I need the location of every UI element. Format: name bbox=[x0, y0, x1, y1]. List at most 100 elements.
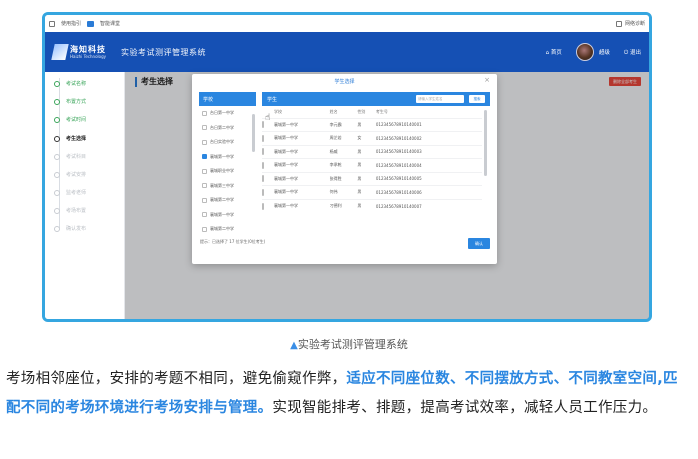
table-cell: 女 bbox=[357, 131, 376, 145]
user-name: 超级 bbox=[598, 50, 610, 56]
checkbox[interactable] bbox=[202, 226, 207, 232]
checkbox[interactable] bbox=[262, 121, 264, 129]
home-link[interactable]: ⌂ 首页 bbox=[546, 48, 562, 56]
table-cell: 张得胜 bbox=[329, 171, 358, 186]
table-cell: 周芷若 bbox=[329, 131, 358, 145]
step-subject[interactable]: 考试科目 bbox=[54, 153, 86, 160]
table-header-row: 学校 姓名 性别 考生号 bbox=[262, 106, 482, 118]
student-select-dialog: 学生选择 × 学校 台日第一中学 台日第二中学 台日实验中学 襄城第一中学 襄城职业中学… bbox=[192, 74, 497, 264]
checkbox[interactable] bbox=[262, 134, 264, 142]
table-row[interactable]: 襄城第一中学 杨威男 012345678910140003 bbox=[262, 144, 482, 159]
table-cell: 男 bbox=[357, 198, 376, 213]
avatar bbox=[575, 43, 594, 61]
step-arrange[interactable]: 考试安排 bbox=[54, 171, 86, 178]
search-button[interactable]: 搜索 bbox=[469, 95, 485, 103]
table-row[interactable]: 襄城第一中学 李承乾男 012345678910140004 bbox=[262, 158, 482, 172]
system-title: 实验考试测评管理系统 bbox=[121, 47, 206, 57]
step-time[interactable]: 考试时间 bbox=[54, 116, 86, 123]
network-diagnose-link[interactable]: 网络诊断 bbox=[625, 20, 645, 27]
step-pending-icon bbox=[54, 207, 60, 214]
checkbox[interactable] bbox=[202, 139, 207, 145]
app-header: 海知科技 Haizhi Technology 实验考试测评管理系统 ⌂ 首页 超… bbox=[45, 32, 649, 72]
step-pending-icon bbox=[54, 153, 60, 160]
checkbox[interactable] bbox=[202, 154, 207, 160]
checkbox[interactable] bbox=[262, 188, 264, 196]
menu-icon[interactable] bbox=[49, 20, 55, 27]
school-item[interactable]: 襄城第一中学 bbox=[199, 150, 256, 165]
checkbox[interactable] bbox=[202, 197, 207, 203]
student-panel: 学生 请输入学生姓名 搜索 学校 姓名 性别 考生号 襄城第一中学 李元霸男 012… bbox=[262, 92, 490, 232]
checkbox[interactable] bbox=[262, 148, 264, 156]
school-item[interactable]: 襄城第三中学 bbox=[199, 179, 256, 194]
col-name: 姓名 bbox=[329, 108, 338, 114]
table-row[interactable]: 襄城第一中学 李元霸男 012345678910140001 bbox=[262, 117, 482, 132]
table-row[interactable]: 襄城第一中学 刁德利男 012345678910140007 bbox=[262, 198, 482, 213]
school-name: 台日第一中学 bbox=[210, 110, 234, 116]
confirm-button[interactable]: 确认 bbox=[468, 238, 490, 249]
school-name: 襄城第二中学 bbox=[210, 226, 234, 232]
step-done-icon bbox=[54, 80, 60, 87]
school-item[interactable]: 台日第二中学 bbox=[199, 121, 256, 136]
student-scrollbar[interactable] bbox=[484, 110, 487, 176]
table-cell: 012345678910140006 bbox=[375, 185, 482, 199]
step-candidates[interactable]: 考生选择 bbox=[54, 135, 86, 142]
table-cell: 襄城第一中学 bbox=[274, 198, 330, 213]
school-item[interactable]: 襄城第二中学 bbox=[199, 193, 256, 208]
table-cell: 012345678910140007 bbox=[375, 198, 482, 213]
logo-en: Haizhi Technology bbox=[70, 53, 106, 59]
checkbox[interactable] bbox=[202, 212, 207, 218]
checkbox[interactable] bbox=[262, 161, 264, 169]
checkbox[interactable] bbox=[262, 202, 264, 210]
step-publish[interactable]: 确认发布 bbox=[54, 225, 86, 232]
checkbox[interactable] bbox=[202, 168, 207, 174]
col-gender: 性别 bbox=[357, 108, 366, 114]
table-cell: 刁德利 bbox=[329, 198, 358, 213]
step-done-icon bbox=[54, 116, 60, 123]
checkbox[interactable] bbox=[202, 125, 207, 131]
table-cell: 何伟 bbox=[329, 185, 358, 199]
user-menu[interactable]: 超级 bbox=[575, 43, 610, 61]
checkbox[interactable] bbox=[262, 175, 264, 183]
table-cell: 襄城第一中学 bbox=[274, 185, 330, 199]
logout-link[interactable]: ⏻ 退出 bbox=[624, 48, 641, 57]
table-cell: 男 bbox=[357, 185, 376, 199]
logo-mark-icon bbox=[51, 44, 69, 60]
step-layout[interactable]: 布置方式 bbox=[54, 98, 86, 105]
table-cell: 男 bbox=[357, 117, 376, 132]
step-pending-icon bbox=[54, 171, 60, 178]
description-paragraph: 考场相邻座位，安排的考题不相同，避免偷窥作弊，适应不同座位数、不同摆放方式、不同… bbox=[6, 371, 678, 416]
step-exam-name[interactable]: 考试名称 bbox=[54, 80, 86, 87]
table-row[interactable]: 襄城第一中学 周芷若女 012345678910140002 bbox=[262, 131, 482, 145]
school-name: 襄城第一中学 bbox=[210, 153, 234, 159]
school-name: 台日第二中学 bbox=[210, 124, 234, 130]
table-cell: 襄城第一中学 bbox=[274, 158, 330, 172]
student-header: 学生 请输入学生姓名 搜索 bbox=[262, 92, 490, 106]
step-done-icon bbox=[54, 98, 60, 105]
table-cell: 李元霸 bbox=[329, 117, 358, 132]
school-scrollbar[interactable] bbox=[252, 114, 255, 152]
guide-link[interactable]: 使用指引 bbox=[61, 20, 81, 27]
table-cell: 襄城第一中学 bbox=[274, 117, 330, 132]
table-cell: 襄城第一中学 bbox=[274, 144, 330, 159]
network-icon bbox=[615, 20, 622, 27]
step-proctor[interactable]: 监考老师 bbox=[54, 189, 86, 196]
checkbox[interactable] bbox=[202, 110, 207, 116]
close-icon[interactable]: × bbox=[484, 76, 490, 84]
school-item[interactable]: 台日实验中学 bbox=[199, 135, 256, 150]
logo-cn: 海知科技 bbox=[70, 44, 106, 54]
table-cell: 男 bbox=[357, 171, 376, 186]
step-room[interactable]: 考场布置 bbox=[54, 207, 86, 214]
school-item[interactable]: 台日第一中学 bbox=[199, 106, 256, 121]
app-link[interactable]: 智能课堂 bbox=[100, 20, 120, 27]
school-item[interactable]: 襄城职业中学 bbox=[199, 164, 256, 179]
school-item[interactable]: 襄城第二中学 bbox=[199, 222, 256, 232]
school-item[interactable]: 襄城第一中学 bbox=[199, 208, 256, 223]
step-sidebar: 考试名称 布置方式 考试时间 考生选择 考试科目 考试安排 监考老师 考场布置 … bbox=[45, 72, 125, 319]
search-input[interactable]: 请输入学生姓名 bbox=[416, 95, 464, 103]
table-row[interactable]: 襄城第一中学 何伟男 012345678910140006 bbox=[262, 185, 482, 199]
table-cell: 012345678910140005 bbox=[375, 171, 482, 186]
table-cell: 012345678910140004 bbox=[375, 158, 482, 172]
figure-caption: ▲实验考试测评管理系统 bbox=[0, 336, 698, 352]
table-row[interactable]: 襄城第一中学 张得胜男 012345678910140005 bbox=[262, 171, 482, 186]
checkbox[interactable] bbox=[202, 183, 207, 189]
